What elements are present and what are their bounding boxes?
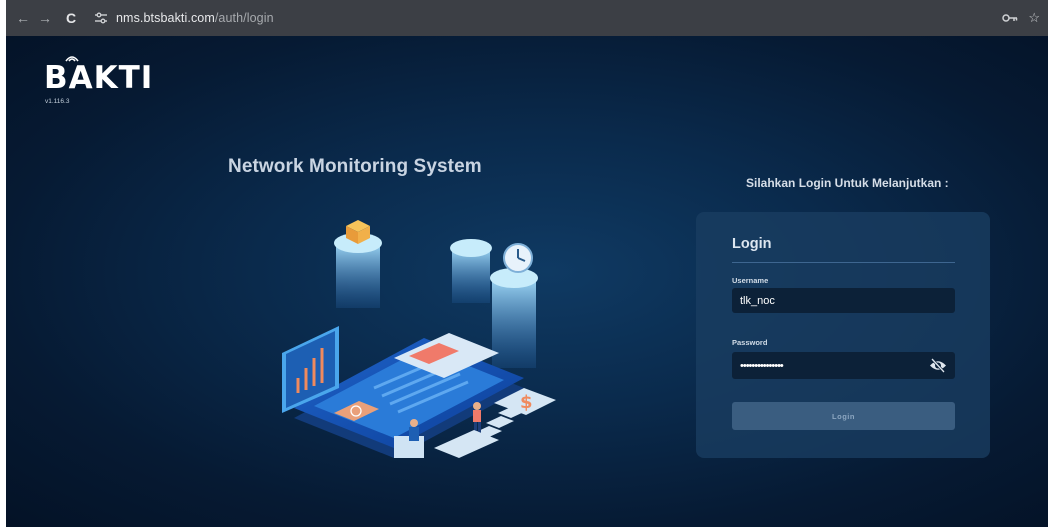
logo-text: BAKTI [44,60,154,96]
url-host: nms.btsbakti.com [116,11,215,25]
url-path: /auth/login [214,11,274,25]
login-prompt: Silahkan Login Untuk Melanjutkan : [746,176,949,190]
password-label: Password [732,338,768,347]
signal-wave-icon [65,56,79,62]
username-label: Username [732,276,769,285]
browser-toolbar: ← → C nms.btsbakti.com/auth/login ☆ [6,0,1048,36]
username-field[interactable] [732,288,955,313]
login-page: BAKTI v1.116.3 Network Monitoring System [6,36,1048,527]
bookmark-star-icon[interactable]: ☆ [1028,10,1040,26]
eye-off-icon[interactable] [929,357,947,374]
login-button[interactable]: Login [732,402,955,430]
login-card-title: Login [732,236,772,252]
forward-arrow-icon[interactable]: → [34,7,56,29]
password-field-wrapper [732,352,955,379]
login-card: Login Username Password Login [696,212,990,458]
reload-icon[interactable]: C [60,7,82,29]
back-arrow-icon[interactable]: ← [12,7,34,29]
page-title: Network Monitoring System [228,156,482,177]
brand-logo: BAKTI v1.116.3 [44,56,154,105]
password-key-icon[interactable] [1002,11,1018,26]
card-divider [732,262,955,263]
site-settings-icon[interactable] [92,9,110,27]
network-illustration: $ [282,220,556,458]
app-version: v1.116.3 [45,98,70,105]
password-field[interactable] [732,352,922,379]
address-bar[interactable]: nms.btsbakti.com/auth/login [116,11,274,25]
